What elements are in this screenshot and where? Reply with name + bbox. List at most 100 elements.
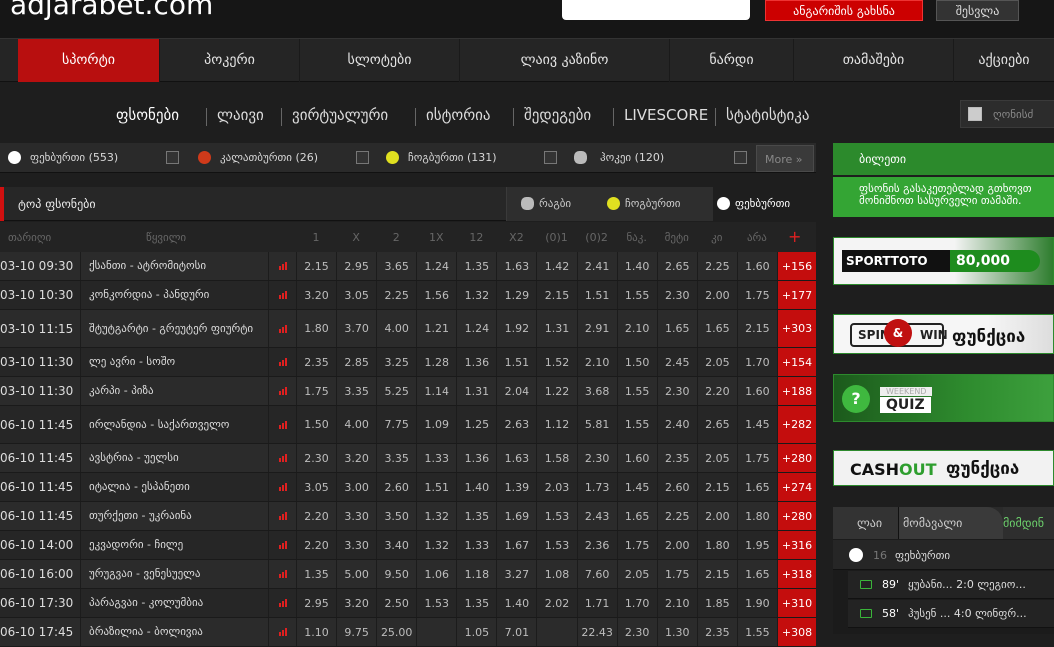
odds-cell[interactable]: 1.50 (616, 348, 657, 376)
odds-cell[interactable]: 1.51 (496, 348, 536, 376)
sport-checkbox[interactable] (544, 151, 557, 164)
match-name[interactable]: იტალია - ესპანეთი (80, 473, 268, 501)
odds-cell[interactable]: 1.65 (696, 310, 737, 347)
odds-cell[interactable]: 1.35 (296, 560, 336, 588)
odds-cell[interactable]: 1.70 (616, 589, 657, 617)
match-name[interactable]: თურქეთი - უკრაინა (80, 502, 268, 530)
odds-cell[interactable]: 5.25 (376, 377, 416, 405)
match-row[interactable]: 06-10 17:30 პარაგვაი - კოლუმბია 2.95 3.20 2.… (0, 589, 816, 618)
stats-bar-icon[interactable] (268, 502, 296, 530)
tab-tennis[interactable]: ჩოგბურთი (603, 187, 713, 221)
odds-cell[interactable]: 1.80 (696, 531, 737, 559)
subnav-live[interactable]: ლაივი (217, 106, 264, 124)
event-search[interactable]: ღონისძ (960, 100, 1054, 128)
odds-cell[interactable]: 2.15 (536, 281, 576, 309)
odds-cell[interactable]: 1.50 (296, 406, 336, 443)
tab-football[interactable]: ფეხბურთი (713, 187, 817, 221)
odds-cell[interactable]: 2.50 (376, 589, 416, 617)
odds-cell[interactable]: 1.75 (616, 531, 657, 559)
odds-cell[interactable]: 1.35 (456, 589, 496, 617)
match-row[interactable]: 06-10 16:00 ურუგვაი - ვენესუელა 1.35 5.00 9.… (0, 560, 816, 589)
more-markets-button[interactable]: +280 (777, 444, 816, 472)
odds-cell[interactable]: 1.32 (416, 502, 456, 530)
odds-cell[interactable]: 1.56 (416, 281, 456, 309)
match-row[interactable]: 03-10 11:30 ლე ავრი - სოშო 2.35 2.85 3.25 1.2… (0, 348, 816, 377)
odds-cell[interactable]: 2.35 (656, 444, 697, 472)
odds-cell[interactable]: 3.27 (496, 560, 536, 588)
odds-cell[interactable]: 1.53 (536, 531, 576, 559)
odds-cell[interactable]: 1.39 (496, 473, 536, 501)
register-button[interactable]: ანგარიშის გახსნა (765, 0, 923, 21)
tab-ongoing[interactable]: მიმდინ (1003, 507, 1054, 539)
subnav-results[interactable]: შედეგები (524, 106, 591, 124)
odds-cell[interactable]: 3.20 (336, 444, 376, 472)
match-row[interactable]: 06-10 11:45 ირლანდია - საქართველო 1.50 4.00… (0, 406, 816, 444)
match-row[interactable]: 06-10 17:45 ბრაზილია - ბოლივია 1.10 9.75 25.… (0, 618, 816, 647)
stats-bar-icon[interactable] (268, 406, 296, 443)
odds-cell[interactable]: 3.35 (336, 377, 376, 405)
sport-tab-basketball[interactable]: კალათბურთი (26) (190, 143, 376, 173)
sport-tab-hockey[interactable]: ჰოკეი (120) (566, 143, 752, 173)
odds-cell[interactable]: 1.40 (616, 252, 657, 280)
odds-cell[interactable]: 2.20 (696, 377, 737, 405)
search-checkbox[interactable] (968, 107, 982, 121)
odds-cell[interactable]: 2.15 (696, 473, 737, 501)
tab-rugby[interactable]: რაგბი (517, 187, 603, 221)
weekend-quiz-banner[interactable]: ? WEEKEND QUIZ (833, 374, 1054, 422)
odds-cell[interactable]: 1.53 (416, 589, 456, 617)
odds-cell[interactable]: 3.30 (336, 502, 376, 530)
odds-cell[interactable]: 2.25 (656, 502, 697, 530)
login-button[interactable]: შესვლა (936, 0, 1019, 21)
match-row[interactable]: 03-10 10:30 კონკორდია - პანდური 3.20 3.05 2.… (0, 281, 816, 310)
odds-cell[interactable]: 1.60 (736, 377, 777, 405)
odds-cell[interactable]: 7.75 (376, 406, 416, 443)
odds-cell[interactable]: 1.85 (696, 589, 737, 617)
odds-cell[interactable]: 1.65 (736, 473, 777, 501)
live-match-row[interactable]: 89' ყუბანი... 2:0 ლეგიო... (848, 571, 1054, 599)
odds-cell[interactable]: 2.04 (496, 377, 536, 405)
odds-cell[interactable]: 1.31 (456, 377, 496, 405)
odds-cell[interactable]: 1.32 (416, 531, 456, 559)
odds-cell[interactable]: 2.10 (616, 310, 657, 347)
match-row[interactable]: 03-10 11:15 შტუტგარტი - გრეუტერ ფიურტი 1.8… (0, 310, 816, 348)
sport-checkbox[interactable] (356, 151, 369, 164)
match-row[interactable]: 06-10 11:45 ავსტრია - უელსი 2.30 3.20 3.35 1.… (0, 444, 816, 473)
odds-cell[interactable]: 1.35 (456, 252, 496, 280)
odds-cell[interactable]: 2.03 (536, 473, 576, 501)
odds-cell[interactable]: 1.53 (536, 502, 576, 530)
odds-cell[interactable]: 2.85 (336, 348, 376, 376)
sporttoto-banner[interactable]: SPORTTOTO 80,000 (833, 237, 1054, 285)
odds-cell[interactable]: 1.73 (576, 473, 617, 501)
sport-tab-tennis[interactable]: ჩოგბურთი (131) (378, 143, 564, 173)
odds-cell[interactable]: 1.33 (456, 531, 496, 559)
stats-bar-icon[interactable] (268, 473, 296, 501)
odds-cell[interactable]: 1.32 (456, 281, 496, 309)
odds-cell[interactable]: 1.10 (296, 618, 336, 646)
match-row[interactable]: 06-10 11:45 თურქეთი - უკრაინა 2.20 3.30 3.50… (0, 502, 816, 531)
odds-cell[interactable]: 1.95 (736, 531, 777, 559)
match-name[interactable]: ავსტრია - უელსი (80, 444, 268, 472)
odds-cell[interactable]: 1.70 (736, 348, 777, 376)
match-name[interactable]: ბრაზილია - ბოლივია (80, 618, 268, 646)
match-name[interactable]: ურუგვაი - ვენესუელა (80, 560, 268, 588)
odds-cell[interactable]: 2.20 (296, 502, 336, 530)
nav-sport[interactable]: სპორტი (18, 39, 160, 82)
odds-cell[interactable]: 1.58 (536, 444, 576, 472)
more-markets-button[interactable]: +177 (777, 281, 816, 309)
subnav-bets[interactable]: ფსონები (116, 106, 179, 124)
odds-cell[interactable]: 4.00 (376, 310, 416, 347)
odds-cell[interactable]: 2.30 (656, 281, 697, 309)
odds-cell[interactable]: 5.81 (576, 406, 617, 443)
odds-cell[interactable]: 1.25 (456, 406, 496, 443)
odds-cell[interactable]: 1.09 (416, 406, 456, 443)
odds-cell[interactable]: 1.90 (736, 589, 777, 617)
odds-cell[interactable]: 1.51 (416, 473, 456, 501)
odds-cell[interactable]: 7.01 (496, 618, 536, 646)
odds-cell[interactable]: 2.15 (696, 560, 737, 588)
odds-cell[interactable]: 1.80 (296, 310, 336, 347)
odds-cell[interactable]: 1.40 (496, 589, 536, 617)
more-markets-button[interactable]: +188 (777, 377, 816, 405)
odds-cell[interactable]: 3.68 (576, 377, 617, 405)
odds-cell[interactable]: 1.36 (456, 348, 496, 376)
odds-cell[interactable]: 1.75 (736, 281, 777, 309)
